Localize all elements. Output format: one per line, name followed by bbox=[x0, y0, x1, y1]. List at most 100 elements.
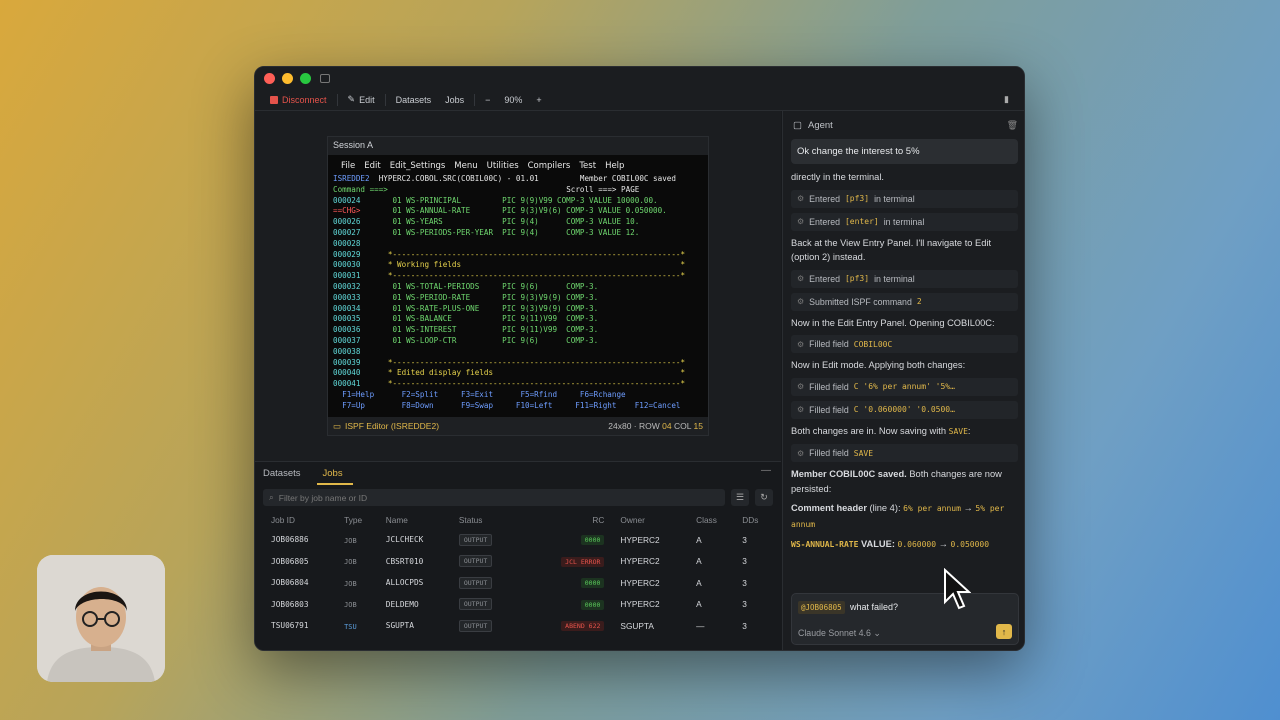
job-name: CBSRT010 bbox=[385, 556, 424, 566]
terminal-line: ==CHG> 01 WS-ANNUAL-RATE PIC 9(3)V9(6) C… bbox=[333, 206, 667, 216]
status-badge: OUTPUT bbox=[451, 572, 518, 594]
return-code-badge: 0000 bbox=[517, 529, 612, 551]
session-status-bar: ▭ ISPF Editor (ISREDDE2) 24x80 · ROW 04 C… bbox=[328, 417, 708, 435]
terminal-line: 000027 01 WS-PERIODS-PER-YEAR PIC 9(4) C… bbox=[333, 227, 640, 237]
jobs-button[interactable]: Jobs bbox=[438, 93, 471, 107]
terminal-line: 000041 *--------------------------------… bbox=[333, 379, 686, 389]
minimize-window-button[interactable] bbox=[282, 72, 293, 84]
terminal-line: 000029 *--------------------------------… bbox=[333, 249, 686, 259]
job-id: TSU06791 bbox=[271, 621, 309, 631]
ispf-menu-item[interactable]: Edit bbox=[364, 161, 380, 172]
terminal-line: 000038 bbox=[333, 346, 361, 356]
zoom-level: 90% bbox=[504, 94, 523, 105]
job-id: JOB06886 bbox=[271, 535, 309, 545]
job-row[interactable]: TSU06791 TSU SGUPTA OUTPUT ABEND 622 SGUPTA —3 bbox=[263, 615, 773, 637]
job-reference-chip[interactable]: @JOB06805 bbox=[798, 601, 845, 614]
agent-message: Member COBIL00C saved. Both changes are … bbox=[791, 469, 1002, 494]
ispf-menu-item[interactable]: File bbox=[341, 161, 355, 172]
gear-icon: ⚙ bbox=[797, 274, 805, 283]
gear-icon: ⚙ bbox=[797, 448, 805, 458]
disconnect-button[interactable]: Disconnect bbox=[263, 93, 334, 107]
chat-icon[interactable]: ▮ bbox=[997, 92, 1016, 107]
person-image bbox=[37, 555, 165, 682]
function-keys-line-1: F1=Help F2=Split F3=Exit F5=Rfind F6=Rch… bbox=[333, 389, 626, 399]
stop-icon bbox=[270, 95, 278, 104]
tool-call[interactable]: ⚙ Submitted ISPF command 2 bbox=[791, 292, 1018, 311]
column-header[interactable]: Name bbox=[378, 511, 451, 529]
return-code-badge: ABEND 622 bbox=[517, 615, 612, 637]
terminal-line: 000032 01 WS-TOTAL-PERIODS PIC 9(6) COMP… bbox=[333, 281, 599, 291]
terminal-line: 000026 01 WS-YEARS PIC 9(4) COMP-3 VALUE… bbox=[333, 217, 640, 227]
terminal-line: 000030 * Working fields * bbox=[333, 260, 686, 270]
column-header[interactable]: Owner bbox=[612, 511, 688, 529]
ispf-menu-item[interactable]: Test bbox=[579, 161, 596, 172]
terminal-area: Session A File Edit Edit_Settings Menu Utili… bbox=[255, 111, 781, 461]
refresh-button[interactable]: ↻ bbox=[755, 489, 773, 506]
status-badge: OUTPUT bbox=[451, 594, 518, 616]
terminal-line: 000028 bbox=[333, 238, 361, 248]
tool-call[interactable]: ⚙ Filled field COBIL00C bbox=[791, 335, 1018, 353]
jobs-table: Job ID Type Name Status RC Owner Class DDs JOB0… bbox=[263, 511, 773, 637]
edit-button[interactable]: ✎ Edit bbox=[341, 92, 382, 107]
tool-call[interactable]: ⚙ Filled field C '0.060000' '0.0500… bbox=[791, 400, 1018, 419]
terminal-line: 000031 *--------------------------------… bbox=[333, 271, 686, 281]
column-header[interactable]: Job ID bbox=[263, 511, 336, 529]
terminal-line: 000024 01 WS-PRINCIPAL PIC 9(9)V99 COMP-… bbox=[333, 195, 658, 205]
job-row[interactable]: JOB06803 JOB DELDEMO OUTPUT 0000 HYPERC2 A 3 bbox=[263, 594, 773, 616]
ispf-menu-item[interactable]: Help bbox=[605, 161, 624, 172]
job-id: JOB06804 bbox=[271, 578, 309, 588]
chat-bubble-icon: ▢ bbox=[793, 119, 802, 131]
filter-options-button[interactable]: ☰ bbox=[731, 489, 749, 506]
return-code-badge: JCL ERROR bbox=[517, 551, 612, 573]
agent-input-text: what failed? bbox=[850, 602, 899, 612]
tool-call[interactable]: ⚙ Entered [enter] in terminal bbox=[791, 212, 1018, 231]
gear-icon: ⚙ bbox=[797, 382, 805, 391]
tab-jobs[interactable]: Jobs bbox=[316, 468, 353, 485]
ispf-menu-item[interactable]: Utilities bbox=[487, 161, 519, 172]
agent-input[interactable]: @JOB06805 what failed? Claude Sonnet 4.6… bbox=[791, 593, 1019, 645]
send-button[interactable]: ↑ bbox=[996, 624, 1012, 639]
job-id: JOB06805 bbox=[271, 556, 309, 566]
monitor-icon: ▭ bbox=[333, 420, 342, 431]
job-name: DELDEMO bbox=[385, 599, 419, 609]
column-header[interactable]: Status bbox=[451, 511, 518, 529]
agent-message: Now in the Edit Entry Panel. Opening COB… bbox=[791, 317, 995, 328]
zoom-out-button[interactable]: − bbox=[478, 93, 497, 107]
gear-icon: ⚙ bbox=[797, 339, 805, 349]
agent-message: Back at the View Entry Panel. I'll navig… bbox=[791, 237, 992, 263]
tool-call[interactable]: ⚙ Entered [pf3] in terminal bbox=[791, 189, 1018, 208]
minimize-panel-button[interactable]: — bbox=[761, 465, 771, 476]
tool-call[interactable]: ⚙ Filled field SAVE bbox=[791, 444, 1018, 462]
return-code-badge: 0000 bbox=[517, 572, 612, 594]
jobs-panel: Datasets Jobs — ⌕ Filter by job name or … bbox=[255, 461, 781, 650]
column-header[interactable]: DDs bbox=[734, 511, 773, 529]
agent-panel: ▢ Agent 🗑 Ok change the interest to 5% d… bbox=[782, 111, 1024, 650]
zoom-in-button[interactable]: + bbox=[529, 93, 548, 107]
job-row[interactable]: JOB06805 JOB CBSRT010 OUTPUT JCL ERROR HYPERC… bbox=[263, 551, 773, 573]
column-header[interactable]: Class bbox=[688, 511, 734, 529]
job-id: JOB06803 bbox=[271, 599, 309, 609]
tool-call[interactable]: ⚙ Entered [pf3] in terminal bbox=[791, 269, 1018, 288]
tab-datasets[interactable]: Datasets bbox=[263, 468, 301, 479]
gear-icon: ⚙ bbox=[797, 405, 805, 414]
toolbar: Disconnect ✎ Edit Datasets Jobs − 90% + … bbox=[255, 89, 1024, 111]
job-row[interactable]: JOB06804 JOB ALLOCPDS OUTPUT 0000 HYPERC2 A 3 bbox=[263, 572, 773, 594]
datasets-button[interactable]: Datasets bbox=[389, 93, 439, 107]
terminal-screen[interactable]: File Edit Edit_Settings Menu Utilities Compil… bbox=[328, 155, 708, 417]
job-row[interactable]: JOB06886 JOB JCLCHECK OUTPUT 0000 HYPERC2 A 3 bbox=[263, 529, 773, 551]
ispf-menu-item[interactable]: Menu bbox=[454, 161, 477, 172]
ispf-menu-item[interactable]: Edit_Settings bbox=[390, 161, 446, 172]
column-header[interactable]: Type bbox=[336, 511, 378, 529]
job-filter-input[interactable]: ⌕ Filter by job name or ID bbox=[263, 489, 725, 506]
column-header[interactable]: RC bbox=[517, 511, 612, 529]
return-code-badge: 0000 bbox=[517, 594, 612, 616]
trash-icon[interactable]: 🗑 bbox=[1007, 120, 1018, 131]
sliders-icon: ☰ bbox=[735, 492, 745, 502]
tool-call[interactable]: ⚙ Filled field C '6% per annum' '5%… bbox=[791, 377, 1018, 396]
model-selector[interactable]: Claude Sonnet 4.6 ⌄ bbox=[798, 628, 881, 639]
job-name: ALLOCPDS bbox=[385, 578, 424, 588]
close-window-button[interactable] bbox=[264, 72, 275, 84]
maximize-window-button[interactable] bbox=[300, 72, 311, 84]
ispf-menu-item[interactable]: Compilers bbox=[528, 161, 571, 172]
sidebar-toggle-icon[interactable] bbox=[320, 73, 330, 83]
